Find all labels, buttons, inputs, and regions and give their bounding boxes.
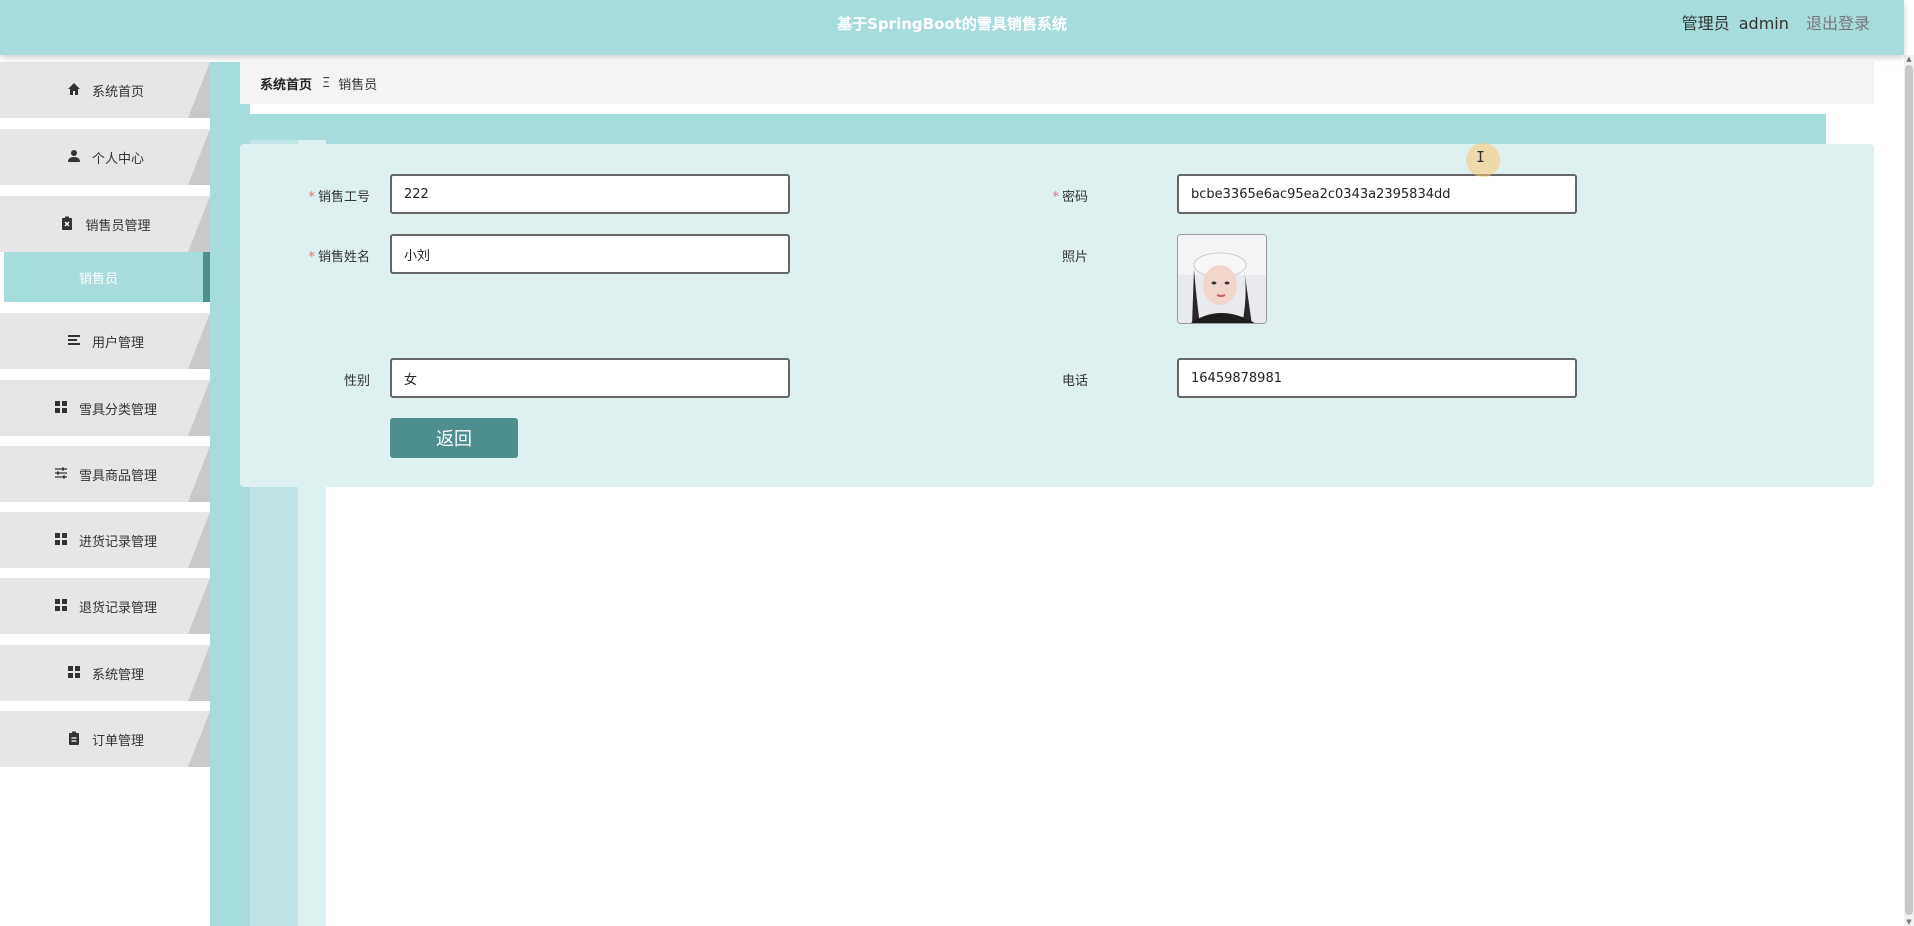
sidebar-item-label: 销售员 [79, 271, 119, 287]
grid-icon [53, 598, 69, 614]
user-icon [66, 149, 82, 165]
text-cursor-icon: I [1476, 148, 1486, 166]
user-role: 管理员 [1681, 14, 1730, 33]
sidebar-item-returns[interactable]: 退货记录管理 [0, 578, 210, 634]
gender-label: 性别 [343, 374, 370, 389]
sidebar-item-label: 系统首页 [91, 84, 144, 100]
password-label: * 密码 [1052, 190, 1088, 205]
logout-link[interactable]: 退出登录 [1806, 14, 1870, 33]
app-title: 基于SpringBoot的雪具销售系统 [837, 15, 1067, 33]
sliders-icon [53, 466, 69, 482]
sidebar-item-label: 系统管理 [91, 667, 144, 683]
user-name: admin [1738, 14, 1789, 33]
home-icon [66, 82, 82, 98]
detail-form: *销售工号 *密码 *销售姓名 照片 性别 电话 [240, 143, 1874, 487]
photo-thumbnail[interactable] [1177, 234, 1267, 324]
clipboard-x-icon [59, 216, 75, 232]
sidebar-item-orders[interactable]: 订单管理 [0, 711, 210, 767]
grid-icon [53, 532, 69, 548]
sidebar: 系统首页 个人中心 销售员管理 销售员 用户管理 雪具分类管理 雪具商品管理 进… [0, 62, 210, 926]
phone-input[interactable] [1177, 358, 1577, 398]
sidebar-item-label: 退货记录管理 [78, 600, 157, 616]
sidebar-item-profile[interactable]: 个人中心 [0, 129, 210, 185]
photo-label: 照片 [1061, 250, 1088, 265]
sidebar-item-label: 雪具商品管理 [78, 468, 157, 484]
sidebar-item-category[interactable]: 雪具分类管理 [0, 380, 210, 436]
grid-icon [53, 400, 69, 416]
sales-name-input[interactable] [390, 234, 790, 274]
list-icon [66, 333, 82, 349]
user-area: 管理员 admin 退出登录 [1682, 0, 1870, 48]
sidebar-item-label: 销售员管理 [85, 218, 151, 234]
clipboard-icon [66, 731, 82, 747]
top-bar: 基于SpringBoot的雪具销售系统 管理员 admin 退出登录 [0, 0, 1904, 55]
breadcrumb-home[interactable]: 系统首页 [260, 74, 312, 93]
back-button[interactable]: 返回 [390, 418, 518, 458]
phone-label: 电话 [1061, 374, 1088, 389]
sidebar-item-label: 订单管理 [91, 733, 144, 749]
breadcrumb-current: 销售员 [338, 77, 378, 93]
sidebar-item-salesperson[interactable]: 销售员 [4, 252, 210, 302]
sidebar-item-label: 个人中心 [91, 151, 144, 167]
scroll-up-icon[interactable]: ▲ [1905, 55, 1913, 63]
sidebar-item-label: 用户管理 [91, 335, 144, 351]
sales-name-label: * 销售姓名 [308, 250, 370, 265]
sidebar-item-products[interactable]: 雪具商品管理 [0, 446, 210, 502]
password-input[interactable] [1177, 174, 1577, 214]
sidebar-item-purchase[interactable]: 进货记录管理 [0, 512, 210, 568]
required-mark: * [308, 190, 315, 205]
scroll-down-icon[interactable]: ▼ [1905, 918, 1913, 926]
sidebar-item-system[interactable]: 系统管理 [0, 645, 210, 701]
sidebar-item-label: 进货记录管理 [78, 534, 157, 550]
sidebar-item-label: 雪具分类管理 [78, 402, 157, 418]
sidebar-item-sales-manage[interactable]: 销售员管理 [0, 196, 210, 252]
grid-icon [66, 665, 82, 681]
gender-input[interactable] [390, 358, 790, 398]
scroll-thumb[interactable] [1905, 65, 1913, 915]
breadcrumb: 系统首页 Ξ 销售员 [240, 62, 1874, 104]
sidebar-item-home[interactable]: 系统首页 [0, 62, 210, 118]
sidebar-item-users[interactable]: 用户管理 [0, 313, 210, 369]
required-mark: * [308, 250, 315, 265]
sales-id-label: * 销售工号 [308, 190, 370, 205]
breadcrumb-separator: Ξ [322, 75, 331, 91]
sales-id-input[interactable] [390, 174, 790, 214]
required-mark: * [1052, 190, 1059, 205]
portrait-image [1178, 235, 1266, 323]
page-scrollbar[interactable]: ▲ ▼ [1904, 55, 1914, 926]
decor-band [210, 114, 1826, 144]
